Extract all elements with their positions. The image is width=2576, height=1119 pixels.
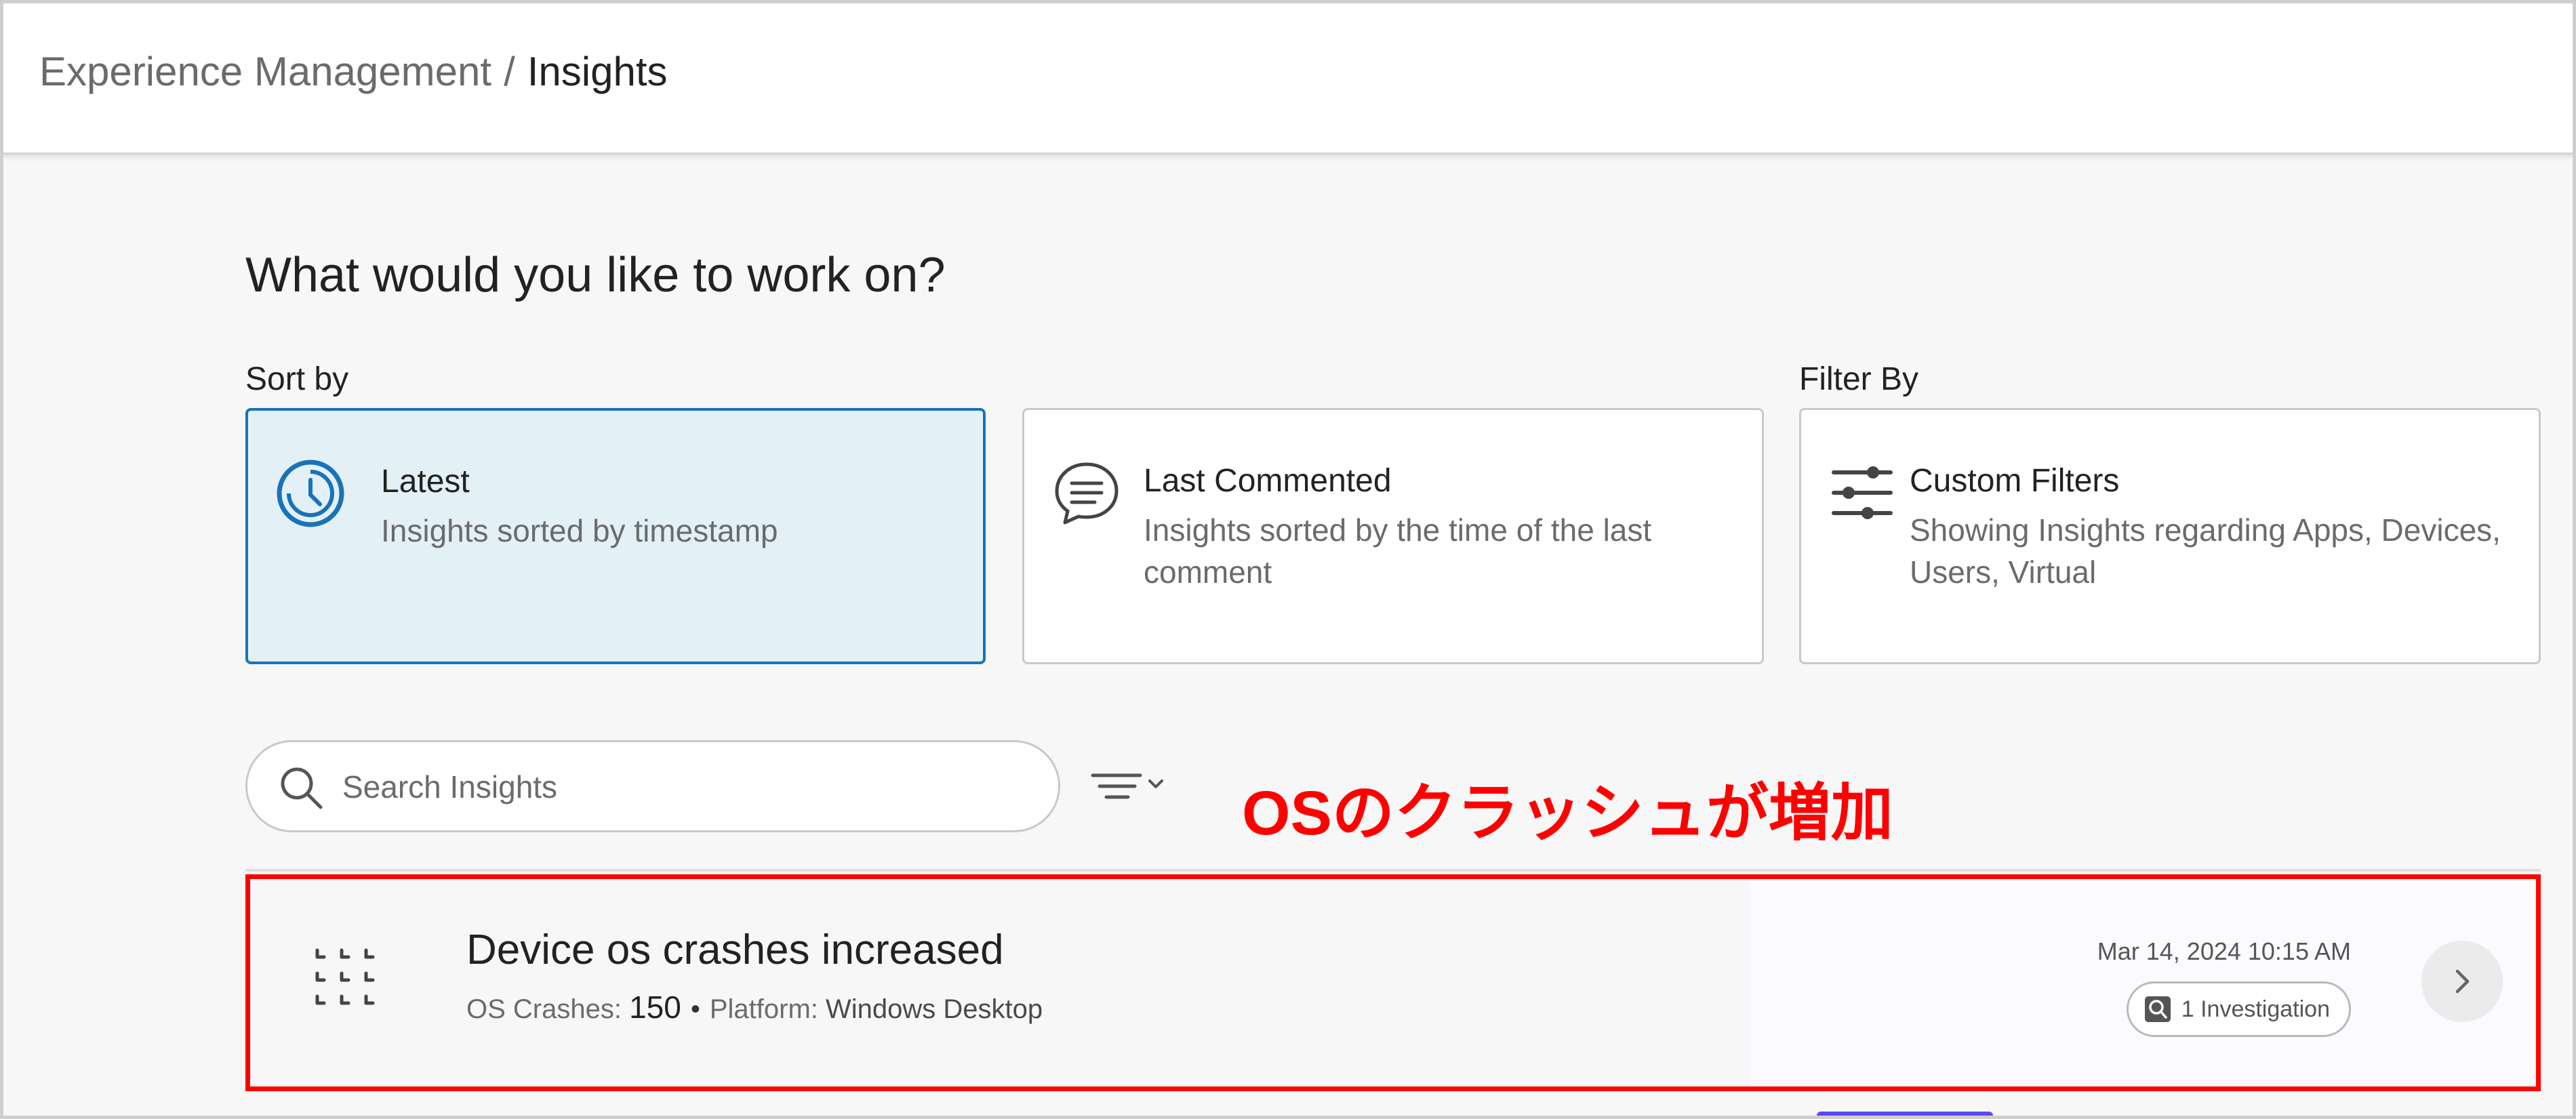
insight-row[interactable]: Device os crashes increased OS Crashes: … (245, 876, 2541, 1091)
sort-by-label: Sort by (245, 361, 349, 397)
breadcrumb-separator: / (504, 49, 515, 94)
meta-separator-dot: • (690, 994, 700, 1024)
investigation-icon (2144, 995, 2172, 1023)
filter-by-label: Filter By (1799, 361, 1919, 397)
insight-meta: OS Crashes: 150 • Platform: Windows Deskto… (466, 988, 1043, 1028)
investigation-badge[interactable]: 1 Investigation (2126, 981, 2351, 1037)
sort-option-title: Latest (381, 464, 470, 500)
os-crash-icon (313, 948, 378, 1013)
platform-value: Windows Desktop (826, 994, 1043, 1024)
top-bar: Experience Management / Insights (0, 0, 2576, 155)
search-icon (279, 765, 323, 810)
insight-timestamp: Mar 14, 2024 10:15 AM (2097, 937, 2351, 965)
comment-icon (1050, 456, 1123, 529)
open-insight-button[interactable] (2421, 941, 2503, 1022)
filter-option-title: Custom Filters (1910, 463, 2120, 499)
page-title: What would you like to work on? (245, 248, 946, 302)
chevron-right-icon (2455, 969, 2470, 994)
metric-value: 150 (629, 990, 681, 1025)
breadcrumb-current: Insights (527, 49, 668, 94)
sort-option-latest[interactable]: Latest Insights sorted by timestamp (245, 408, 986, 664)
insight-title[interactable]: Device os crashes increased (466, 924, 1004, 976)
breadcrumb: Experience Management / Insights (39, 47, 668, 96)
metric-label: OS Crashes: (466, 994, 622, 1024)
annotation-label: OSのクラッシュが増加 (1242, 779, 1893, 848)
sort-option-title: Last Commented (1144, 463, 1392, 499)
search-box (245, 740, 1060, 832)
bottom-tab-indicator (1817, 1112, 1993, 1119)
sort-option-description: Insights sorted by timestamp (381, 513, 778, 548)
platform-label: Platform: (709, 994, 818, 1024)
sort-option-description: Insights sorted by the time of the last … (1144, 512, 1652, 590)
sliders-icon (1830, 460, 1895, 525)
breadcrumb-parent-link[interactable]: Experience Management (39, 49, 491, 94)
sort-option-last-commented[interactable]: Last Commented Insights sorted by the ti… (1022, 408, 1764, 664)
sort-order-toggle[interactable] (1087, 766, 1169, 807)
search-input[interactable] (342, 762, 1020, 811)
list-divider (245, 869, 2541, 872)
clock-icon (274, 457, 347, 530)
investigation-count: 1 Investigation (2181, 996, 2330, 1022)
filter-option-custom[interactable]: Custom Filters Showing Insights regardin… (1799, 408, 2541, 664)
filter-option-description: Showing Insights regarding Apps, Devices… (1910, 512, 2501, 590)
